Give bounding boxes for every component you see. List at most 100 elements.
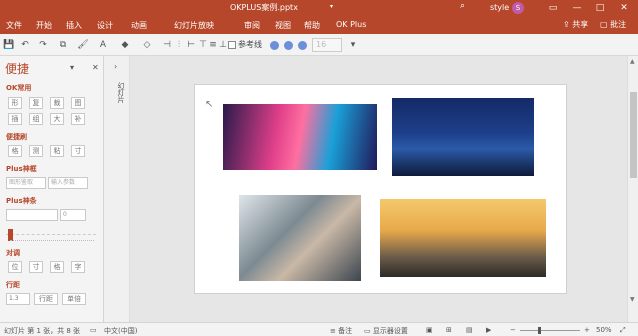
align-button-format[interactable]: 格 — [50, 261, 64, 273]
share-icon: ⇪ — [563, 20, 573, 29]
ok-button-insert[interactable]: 插 — [8, 113, 22, 125]
ok-button-shape[interactable]: 形 — [8, 97, 22, 109]
zoom-in-button[interactable]: + — [584, 326, 590, 334]
section-quick-brush: 便捷刷 — [6, 133, 27, 141]
search-icon[interactable]: ⌕ — [460, 1, 465, 11]
scroll-up-icon[interactable]: ▲ — [630, 58, 635, 65]
save-icon[interactable]: 💾 — [2, 38, 16, 52]
redo-icon[interactable]: ↷ — [36, 38, 50, 52]
close-button[interactable]: ✕ — [613, 1, 635, 15]
slides-label[interactable]: 幻灯片 — [116, 82, 126, 103]
title-dropdown-icon[interactable]: ▾ — [330, 3, 333, 10]
scroll-down-icon[interactable]: ▼ — [630, 296, 635, 303]
zoom-slider-handle[interactable] — [538, 327, 541, 334]
plus-line-value[interactable]: 0 — [60, 209, 86, 221]
shape-outline-icon[interactable]: ◇ — [140, 38, 154, 52]
param-input[interactable]: 输入参数 — [48, 177, 88, 189]
language-indicator[interactable]: 中文(中国) — [104, 326, 137, 336]
document-title: OKPLUS案例.pptx — [230, 3, 298, 12]
display-settings-button[interactable]: ▭ 显示器设置 — [364, 326, 408, 336]
fit-slide-icon[interactable]: ⤢ — [620, 326, 626, 335]
fill-color-icon[interactable]: ◆ — [118, 38, 132, 52]
ribbon-tabs: 文件 开始 插入 设计 动画 幻灯片放映 审阅 视图 帮助 OK Plus ⇪ … — [0, 16, 638, 34]
zoom-slider[interactable] — [520, 330, 580, 331]
section-ok-common: OK常用 — [6, 84, 32, 92]
slide-image-abstract[interactable] — [223, 104, 377, 170]
ok-button-copy[interactable]: 复 — [29, 97, 43, 109]
copy-icon[interactable]: ⧉ — [56, 38, 70, 52]
more-icon[interactable]: ▾ — [346, 38, 360, 52]
ok-button-image[interactable]: 图 — [71, 97, 85, 109]
slide-image-skyline[interactable] — [380, 199, 546, 277]
quick-button-measure[interactable]: 测 — [29, 145, 43, 157]
zoom-out-button[interactable]: − — [510, 326, 516, 334]
ribbon-display-icon[interactable]: ▭ — [542, 1, 564, 15]
slide-counter: 幻灯片 第 1 张，共 8 张 — [4, 327, 81, 335]
ok-button-fill[interactable]: 补 — [71, 113, 85, 125]
tab-insert[interactable]: 插入 — [66, 20, 82, 31]
slider-track — [6, 234, 96, 235]
title-bar: OKPLUS案例.pptx ▾ ⌕ style S ▭ — □ ✕ — [0, 0, 638, 16]
tab-slideshow[interactable]: 幻灯片放映 — [174, 20, 214, 31]
spacing-input[interactable]: 1.3 — [6, 293, 30, 305]
reading-view-icon[interactable]: ▤ — [466, 326, 473, 334]
grid-dot-icon[interactable] — [284, 41, 293, 50]
vertical-scrollbar[interactable]: ▲ ▼ — [627, 56, 638, 322]
spacing-button[interactable]: 行距 — [34, 293, 58, 305]
display-settings-label: 显示器设置 — [372, 327, 408, 335]
pane-options-icon[interactable]: ▾ — [70, 63, 74, 72]
grid-size-input[interactable]: 16 — [312, 38, 342, 52]
align-button-position[interactable]: 位 — [8, 261, 22, 273]
user-name[interactable]: style — [490, 3, 509, 12]
quick-button-format[interactable]: 格 — [8, 145, 22, 157]
tab-design[interactable]: 设计 — [97, 20, 113, 31]
pane-title: 便捷 — [5, 62, 30, 76]
single-spacing-button[interactable]: 单倍 — [62, 293, 86, 305]
tab-home[interactable]: 开始 — [36, 20, 52, 31]
reference-line-checkbox[interactable] — [228, 41, 236, 49]
slide-image-tower[interactable] — [392, 98, 534, 176]
slide-sorter-icon[interactable]: ⊞ — [446, 326, 452, 334]
tab-help[interactable]: 帮助 — [304, 20, 320, 31]
ok-button-size[interactable]: 大 — [50, 113, 64, 125]
ok-button-group[interactable]: 组 — [29, 113, 43, 125]
section-spacing: 行距 — [6, 281, 20, 289]
undo-icon[interactable]: ↶ — [18, 38, 32, 52]
tab-review[interactable]: 审阅 — [244, 20, 260, 31]
font-color-icon[interactable]: A — [96, 38, 110, 52]
align-button-size[interactable]: 寸 — [29, 261, 43, 273]
normal-view-icon[interactable]: ▣ — [426, 326, 433, 334]
status-bar: 幻灯片 第 1 张，共 8 张 ▭ 中文(中国) ≡ 备注 ▭ 显示器设置 ▣ … — [0, 322, 638, 336]
share-label: 共享 — [572, 20, 589, 29]
grid-dot-icon[interactable] — [270, 41, 279, 50]
slideshow-icon[interactable]: ▶ — [486, 326, 491, 334]
avatar[interactable]: S — [512, 2, 524, 14]
quick-button-size[interactable]: 寸 — [71, 145, 85, 157]
mouse-cursor-icon: ↖ — [205, 99, 214, 110]
tab-ok-plus[interactable]: OK Plus — [336, 20, 366, 29]
tab-view[interactable]: 视图 — [275, 20, 291, 31]
scroll-thumb[interactable] — [630, 92, 637, 178]
notes-icon[interactable]: ▭ — [90, 326, 97, 334]
ok-button-crop[interactable]: 裁 — [50, 97, 64, 109]
maximize-button[interactable]: □ — [589, 1, 611, 15]
format-painter-icon[interactable]: 🖌 — [76, 38, 90, 52]
grid-dot-icon[interactable] — [298, 41, 307, 50]
slide-image-phone[interactable] — [239, 195, 361, 281]
close-icon[interactable]: ✕ — [92, 63, 99, 72]
notes-button[interactable]: ≡ 备注 — [330, 326, 352, 336]
quick-button-paste[interactable]: 粘 — [50, 145, 64, 157]
align-button-text[interactable]: 字 — [71, 261, 85, 273]
expand-arrow-icon[interactable]: › — [114, 62, 117, 71]
tab-file[interactable]: 文件 — [6, 20, 22, 31]
tab-animation[interactable]: 动画 — [131, 20, 147, 31]
notes-label: 备注 — [338, 327, 353, 335]
zoom-level[interactable]: 50% — [596, 326, 612, 334]
shape-pick-input[interactable]: 图形鉴取 — [6, 177, 46, 189]
share-button[interactable]: ⇪ 共享 — [563, 19, 588, 30]
minimize-button[interactable]: — — [566, 1, 588, 15]
plus-line-input[interactable] — [6, 209, 58, 221]
comments-button[interactable]: ▢ 批注 — [600, 19, 626, 30]
convenience-pane: 便捷 ▾ ✕ OK常用 形 复 裁 图 插 组 大 补 便捷刷 格 测 粘 寸 … — [0, 56, 104, 322]
slider-ticks — [10, 240, 94, 242]
